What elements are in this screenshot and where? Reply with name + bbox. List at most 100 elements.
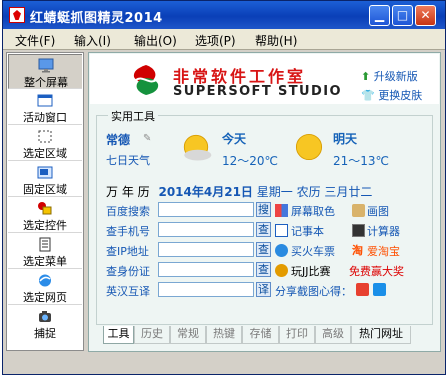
tab-storage[interactable]: 存储 [242,326,279,344]
jj-game-icon [275,264,288,277]
sidebar-label-select-menu: 选定菜单 [23,255,67,268]
tab-hot-sites[interactable]: 热门网址 [351,326,411,344]
sun-icon [295,133,323,161]
baidu-search-label: 百度搜索 [106,205,150,218]
upgrade-link[interactable]: ⬆ 升级新版 [361,68,418,84]
menu-help[interactable]: 帮助(H) [255,32,297,49]
tab-advanced[interactable]: 高级 [315,326,351,344]
tools-panel: 非常软件工作室 SUPERSOFT STUDIO ⬆ 升级新版 👕 更换皮肤 实… [88,52,441,352]
sidebar-item-active-window[interactable]: 活动窗口 [8,90,82,125]
brand-name-en: SUPERSOFT STUDIO [173,84,342,99]
calendar-label: 万 年 历 [106,185,150,199]
sidebar-item-select-webpage[interactable]: 选定网页 [8,270,82,305]
calculator-tool[interactable]: 计算器 [367,223,400,239]
calendar-row: 万 年 历 2014年4月21日 星期一 农历 三月廿二 [106,183,372,200]
app-window: 红蜻蜓抓图精灵2014 ▁ □ ✕ 文件(F) 输入(I) 输出(O) 选项(P… [2,0,446,375]
sidebar-label-capture: 捕捉 [34,327,56,340]
logo-band: 非常软件工作室 SUPERSOFT STUDIO ⬆ 升级新版 👕 更换皮肤 [90,54,439,104]
sidebar-label-select-region: 选定区域 [23,147,67,160]
sidebar-label-select-control: 选定控件 [23,219,67,232]
weather-today-label: 今天 [222,132,247,146]
paint-tool[interactable]: 画图 [367,203,389,219]
sidebar-item-select-region[interactable]: 选定区域 [8,126,82,161]
menu-icon [39,237,51,252]
translate-button[interactable]: 译 [256,282,271,297]
menu-options[interactable]: 选项(P) [195,32,236,49]
paint-icon [352,204,365,217]
bottom-tabs: 工具 历史 常规 热键 存储 打印 高级 热门网址 [103,326,441,346]
sun-icon [183,134,212,161]
notepad-icon [275,224,288,237]
minimize-button[interactable]: ▁ [369,5,390,26]
ip-lookup-label: 查IP地址 [106,245,149,258]
web-icon [39,274,51,287]
title-bar[interactable]: 红蜻蜓抓图精灵2014 ▁ □ ✕ [3,1,445,29]
tab-general[interactable]: 常规 [170,326,206,344]
app-logo-icon [9,7,25,23]
monitor-icon [38,58,54,73]
id-lookup-input[interactable] [158,262,254,277]
id-lookup-button[interactable]: 查 [256,262,271,277]
menu-output[interactable]: 输出(O) [134,32,177,49]
calculator-icon [352,224,365,237]
translate-label: 英汉互译 [106,285,150,298]
camera-icon [39,311,51,322]
ip-lookup-button[interactable]: 查 [256,242,271,257]
phone-lookup-label: 查手机号 [106,225,150,238]
baidu-search-input[interactable] [158,202,254,217]
sidebar-item-capture[interactable]: 捕捉 [8,306,82,341]
sidebar-item-select-menu[interactable]: 选定菜单 [8,234,82,269]
baidu-search-button[interactable]: 搜 [256,202,271,217]
calendar-weekday: 星期一 [256,185,293,199]
capture-sidebar: 整个屏幕 活动窗口 选定区域 固定区域 选定控件 选定菜单 选定网页 捕捉 [6,52,84,351]
phone-lookup-input[interactable] [158,222,254,237]
taobao-icon: 淘 [352,244,363,257]
skin-link[interactable]: 👕 更换皮肤 [361,87,422,103]
skin-label: 更换皮肤 [378,89,423,102]
tab-hotkeys[interactable]: 热键 [206,326,242,344]
sidebar-label-select-webpage: 选定网页 [23,291,67,304]
ip-lookup-input[interactable] [158,242,254,257]
up-arrow-icon: ⬆ [361,70,371,83]
calendar-date: 2014年4月21日 [158,185,253,199]
select-region-icon [38,130,52,143]
weibo-share-icon[interactable] [356,283,369,296]
menu-input[interactable]: 输入(I) [74,32,111,49]
shirt-icon: 👕 [361,89,375,102]
notepad-tool[interactable]: 记事本 [291,223,324,239]
share-screenshot-label: 分享截图心得： [275,285,352,298]
jj-game-tool[interactable]: 玩JJ比赛 [291,263,331,279]
tab-print[interactable]: 打印 [279,326,315,344]
taobao-tool[interactable]: 爱淘宝 [367,243,400,259]
seven-day-weather-link[interactable]: 七日天气 [106,152,150,168]
tab-history[interactable]: 历史 [134,326,170,344]
sidebar-label-fixed-region: 固定区域 [23,183,67,196]
sidebar-label-full-screen: 整个屏幕 [24,76,68,89]
color-picker-tool[interactable]: 屏幕取色 [291,203,335,219]
window-title: 红蜻蜓抓图精灵2014 [30,11,163,26]
calendar-lunar: 农历 三月廿二 [296,185,373,199]
phone-lookup-button[interactable]: 查 [256,222,271,237]
translate-input[interactable] [158,282,254,297]
sidebar-item-fixed-region[interactable]: 固定区域 [8,162,82,197]
menu-file[interactable]: 文件(F) [15,32,55,49]
train-ticket-tool[interactable]: 买火车票 [291,243,335,259]
weather-city: 常德 [106,133,131,147]
fixed-region-icon [37,166,53,179]
qzone-share-icon[interactable] [373,283,386,296]
close-button[interactable]: ✕ [415,5,436,26]
maximize-button[interactable]: □ [392,5,413,26]
tools-heading: 实用工具 [108,108,158,124]
weather-tomorrow-label: 明天 [333,132,358,146]
sidebar-item-select-control[interactable]: 选定控件 [8,198,82,233]
weather-today-temp: 12～20℃ [222,154,279,168]
free-prize-tool[interactable]: 免费赢大奖 [349,263,404,279]
sidebar-item-full-screen[interactable]: 整个屏幕 [8,54,82,89]
id-lookup-label: 查身份证 [106,265,150,278]
pen-icon: ✎ [143,133,152,144]
tab-tools[interactable]: 工具 [103,326,134,344]
upgrade-label: 升级新版 [373,70,418,83]
weather-tomorrow-temp: 21～13℃ [333,154,390,168]
brand-logo-icon [133,65,159,95]
utility-tools-group: 实用工具 常德 ✎ 七日天气 今天 12～20℃ 明天 21～13℃ 万 年 历… [96,108,433,325]
